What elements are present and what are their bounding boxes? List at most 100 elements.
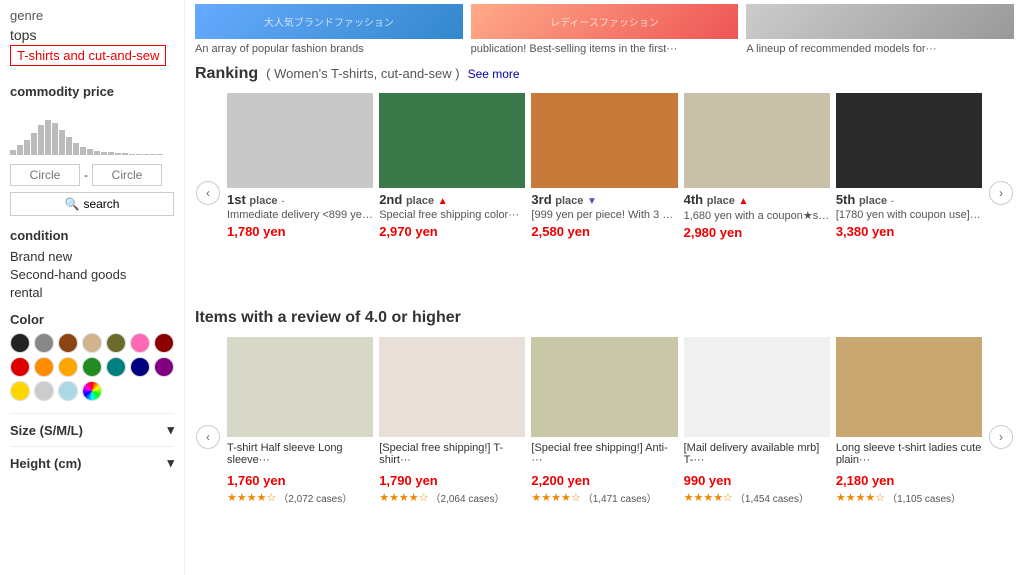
banner-text-1: publication! Best-selling items in the f… [471,43,739,55]
rank-img-4 [684,93,830,188]
next-arrow-icon: › [989,181,1013,205]
color-title: Color [10,312,174,327]
condition-title: condition [10,228,174,243]
color-dot-green[interactable] [82,357,102,377]
condition-brandnew[interactable]: Brand new [10,249,174,264]
items-prev-nav[interactable]: ‹ [195,337,221,537]
banner-img-0: 大人気ブランドファッション [195,4,463,39]
item-img-1 [227,337,373,437]
ranking-header: Ranking ( Women's T-shirts, cut-and-sew … [195,65,1014,83]
color-dot-rainbow[interactable] [82,381,102,401]
rank-label-2: 2nd place ▲ [379,192,525,207]
ranking-row: ‹ 1st place -Immediate delivery <899 yen… [195,93,1014,293]
rank-item-4[interactable]: 4th place ▲ 1,680 yen with a coupon★skywa… [684,93,830,240]
color-dot-yellow[interactable] [10,381,30,401]
item-desc-1: T-shirt Half sleeve Long sleeve··· [227,442,373,470]
item-img-2 [379,337,525,437]
item-cards: T-shirt Half sleeve Long sleeve···1,760 … [227,337,982,505]
item-price-2: 1,790 yen [379,473,525,488]
color-dot-red[interactable] [10,357,30,377]
color-dot-orange[interactable] [34,357,54,377]
color-dot-pink[interactable] [130,333,150,353]
height-header[interactable]: Height (cm) ▾ [10,455,174,471]
banner-item-0[interactable]: 大人気ブランドファッション An array of popular fashion… [195,4,463,55]
banner-text-0: An array of popular fashion brands [195,43,463,55]
rank-item-2[interactable]: 2nd place ▲ Special free shipping color··… [379,93,525,240]
rank-item-1[interactable]: 1st place -Immediate delivery <899 yen p… [227,93,373,240]
color-dot-yellow-orange[interactable] [58,357,78,377]
rank-price-5: 3,380 yen [836,224,982,239]
rank-label-4: 4th place ▲ [684,192,830,207]
high-rated-title: Items with a review of 4.0 or higher [195,309,1014,327]
search-icon: 🔍 [65,197,80,211]
sidebar-tshirts[interactable]: T-shirts and cut-and-sew [10,45,166,66]
height-chevron-icon: ▾ [167,455,174,471]
item-desc-3: [Special free shipping!] Anti-··· [531,442,677,470]
item-stars-4: ★★★★☆ （1,454 cases） [684,490,830,505]
see-more-link[interactable]: See more [468,67,520,81]
item-card-5[interactable]: Long sleeve t-shirt ladies cute plain···… [836,337,982,505]
color-dot-light-gray[interactable] [34,381,54,401]
banner-row: 大人気ブランドファッション An array of popular fashion… [195,0,1014,55]
size-label: Size (S/M/L) [10,423,83,438]
color-dot-purple[interactable] [154,357,174,377]
rank-desc-3: [999 yen per piece! With 3 coupons]··· [531,209,677,221]
color-dot-olive[interactable] [106,333,126,353]
item-img-3 [531,337,677,437]
sidebar: genre tops T-shirts and cut-and-sew comm… [0,0,185,575]
rank-img-5 [836,93,982,188]
search-button[interactable]: 🔍 search [10,192,174,216]
color-dot-teal[interactable] [106,357,126,377]
item-card-2[interactable]: [Special free shipping!] T-shirt··· 1,790… [379,337,525,505]
rank-desc-2: Special free shipping color··· [379,209,525,221]
item-stars-5: ★★★★☆ （1,105 cases） [836,490,982,505]
color-dot-dark-red[interactable] [154,333,174,353]
rank-item-3[interactable]: 3rd place ▼[999 yen per piece! With 3 co… [531,93,677,240]
item-card-4[interactable]: [Mail delivery available mrb] T-···990 y… [684,337,830,505]
price-max-input[interactable] [92,164,162,186]
color-dot-light-blue[interactable] [58,381,78,401]
rank-label-5: 5th place - [836,192,982,207]
condition-section: condition Brand new Second-hand goods re… [10,228,174,300]
rank-desc-1: Immediate delivery <899 yen per she··· [227,209,373,221]
rank-img-3 [531,93,677,188]
item-stars-1: ★★★★☆ （2,072 cases） [227,490,373,505]
item-desc-5: Long sleeve t-shirt ladies cute plain··· [836,442,982,470]
rank-item-5[interactable]: 5th place - [1780 yen with coupon use] Un… [836,93,982,240]
condition-secondhand[interactable]: Second-hand goods [10,267,174,282]
size-header[interactable]: Size (S/M/L) ▾ [10,422,174,438]
banner-item-2[interactable]: A lineup of recommended models for··· [746,4,1014,55]
rank-desc-4: 1,680 yen with a coupon★skyward··· [684,209,830,222]
prev-arrow-icon: ‹ [196,181,220,205]
height-section: Height (cm) ▾ [10,446,174,471]
color-dot-tan[interactable] [82,333,102,353]
sidebar-tops[interactable]: tops [10,27,174,43]
ranking-next-nav[interactable]: › [988,93,1014,293]
rank-price-1: 1,780 yen [227,224,373,239]
banner-img-1: レディースファッション [471,4,739,39]
price-min-input[interactable] [10,164,80,186]
rank-price-3: 2,580 yen [531,224,677,239]
rank-desc-5: [1780 yen with coupon use] Until··· [836,209,982,221]
size-section: Size (S/M/L) ▾ [10,413,174,438]
search-label: search [83,197,119,211]
condition-rental[interactable]: rental [10,285,174,300]
high-rated-section: Items with a review of 4.0 or higher ‹ T… [195,309,1014,537]
color-dot-brown[interactable] [58,333,78,353]
ranking-title: Ranking [195,65,258,83]
items-next-nav[interactable]: › [988,337,1014,537]
ranking-sub: ( Women's T-shirts, cut-and-sew ) [266,66,459,81]
item-stars-3: ★★★★☆ （1,471 cases） [531,490,677,505]
rank-price-4: 2,980 yen [684,225,830,240]
color-dot-black[interactable] [10,333,30,353]
item-desc-2: [Special free shipping!] T-shirt··· [379,442,525,470]
item-img-5 [836,337,982,437]
item-card-1[interactable]: T-shirt Half sleeve Long sleeve···1,760 … [227,337,373,505]
ranking-prev-nav[interactable]: ‹ [195,93,221,293]
color-dot-gray[interactable] [34,333,54,353]
banner-img-2 [746,4,1014,39]
color-dot-navy[interactable] [130,357,150,377]
banner-item-1[interactable]: レディースファッション publication! Best-selling ite… [471,4,739,55]
item-stars-2: ★★★★☆ （2,064 cases） [379,490,525,505]
item-card-3[interactable]: [Special free shipping!] Anti-···2,200 y… [531,337,677,505]
